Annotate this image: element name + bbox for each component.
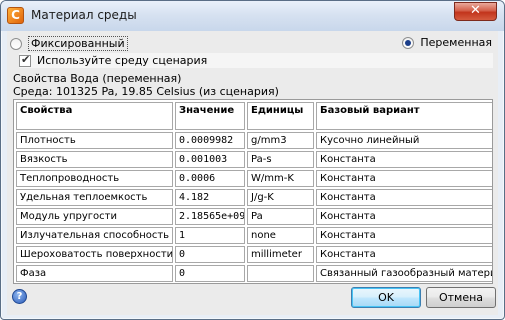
variable-radio-option[interactable]: Переменная — [402, 36, 492, 49]
properties-caption: Свойства Вода (переменная) — [13, 72, 182, 85]
value-cell[interactable]: 0.0009982 — [175, 132, 245, 149]
table-row: Фаза 0 Связанный газообразный материал — [16, 265, 492, 282]
value-cell[interactable]: 0.001003 — [175, 151, 245, 168]
property-cell: Вязкость — [16, 151, 173, 168]
ok-button[interactable]: OK — [351, 287, 421, 308]
title-bar: C Материал среды ✕ — [1, 1, 504, 31]
base-variant-cell[interactable]: Константа — [316, 189, 492, 206]
table-row: Вязкость 0.001003 Pa-s Константа — [16, 151, 492, 168]
close-button[interactable]: ✕ — [454, 2, 497, 21]
base-variant-cell[interactable]: Константа — [316, 246, 492, 263]
table-row: Излучательная способность 1 none Констан… — [16, 227, 492, 244]
value-cell[interactable]: 0 — [175, 246, 245, 263]
base-variant-cell[interactable]: Константа — [316, 170, 492, 187]
property-cell: Теплопроводность — [16, 170, 173, 187]
units-cell[interactable]: Pa-s — [247, 151, 314, 168]
base-variant-cell[interactable]: Связанный газообразный материал — [316, 265, 492, 282]
property-cell: Плотность — [16, 132, 173, 149]
property-cell: Шероховатость поверхности — [16, 246, 173, 263]
use-scenario-option[interactable]: Используйте среду сценария — [19, 53, 493, 68]
units-cell[interactable]: g/mm3 — [247, 132, 314, 149]
base-variant-cell[interactable]: Константа — [316, 208, 492, 225]
fixed-radio-label[interactable]: Фиксированный — [28, 36, 128, 51]
table-row: Удельная теплоемкость 4.182 J/g-K Конста… — [16, 189, 492, 206]
property-cell: Удельная теплоемкость — [16, 189, 173, 206]
material-dialog: C Материал среды ✕ Фиксированный Перемен… — [0, 0, 505, 320]
fixed-radio-option[interactable]: Фиксированный — [10, 36, 128, 51]
units-cell[interactable]: Pa — [247, 208, 314, 225]
value-cell[interactable]: 2.18565e+09 — [175, 208, 245, 225]
base-variant-cell[interactable]: Кусочно линейный — [316, 132, 492, 149]
cancel-button[interactable]: Отмена — [426, 287, 496, 308]
variable-radio-icon[interactable] — [402, 36, 415, 49]
value-cell[interactable]: 0.0006 — [175, 170, 245, 187]
app-icon: C — [7, 7, 24, 24]
variable-radio-label[interactable]: Переменная — [420, 36, 492, 49]
units-cell[interactable]: W/mm-K — [247, 170, 314, 187]
help-icon[interactable]: ? — [12, 289, 27, 304]
units-cell[interactable]: none — [247, 227, 314, 244]
base-variant-cell[interactable]: Константа — [316, 227, 492, 244]
header-units: Единицы — [247, 102, 314, 130]
use-scenario-checkbox[interactable] — [19, 53, 31, 67]
table-row: Шероховатость поверхности 0 millimeter К… — [16, 246, 492, 263]
table-row: Плотность 0.0009982 g/mm3 Кусочно линейн… — [16, 132, 492, 149]
property-cell: Фаза — [16, 265, 173, 282]
environment-caption: Среда: 101325 Pa, 19.85 Celsius (из сцен… — [13, 85, 279, 98]
properties-table: Свойства Значение Единицы Базовый вариан… — [13, 99, 493, 284]
header-base-variant: Базовый вариант — [316, 102, 492, 130]
value-cell[interactable]: 1 — [175, 227, 245, 244]
header-property: Свойства — [16, 102, 173, 130]
value-cell[interactable]: 4.182 — [175, 189, 245, 206]
window-title: Материал среды — [31, 8, 137, 22]
table-row: Модуль упругости 2.18565e+09 Pa Констант… — [16, 208, 492, 225]
units-cell[interactable]: J/g-K — [247, 189, 314, 206]
dialog-content: Фиксированный Переменная Используйте сре… — [7, 31, 498, 315]
fixed-radio-icon[interactable] — [10, 37, 22, 50]
use-scenario-label[interactable]: Используйте среду сценария — [37, 54, 207, 67]
base-variant-cell[interactable]: Константа — [316, 151, 492, 168]
units-cell[interactable]: millimeter — [247, 246, 314, 263]
units-cell[interactable] — [247, 265, 314, 282]
property-cell: Модуль упругости — [16, 208, 173, 225]
value-cell[interactable]: 0 — [175, 265, 245, 282]
property-cell: Излучательная способность — [16, 227, 173, 244]
header-value: Значение — [175, 102, 245, 130]
table-header-row: Свойства Значение Единицы Базовый вариан… — [16, 102, 492, 130]
table-row: Теплопроводность 0.0006 W/mm-K Константа — [16, 170, 492, 187]
